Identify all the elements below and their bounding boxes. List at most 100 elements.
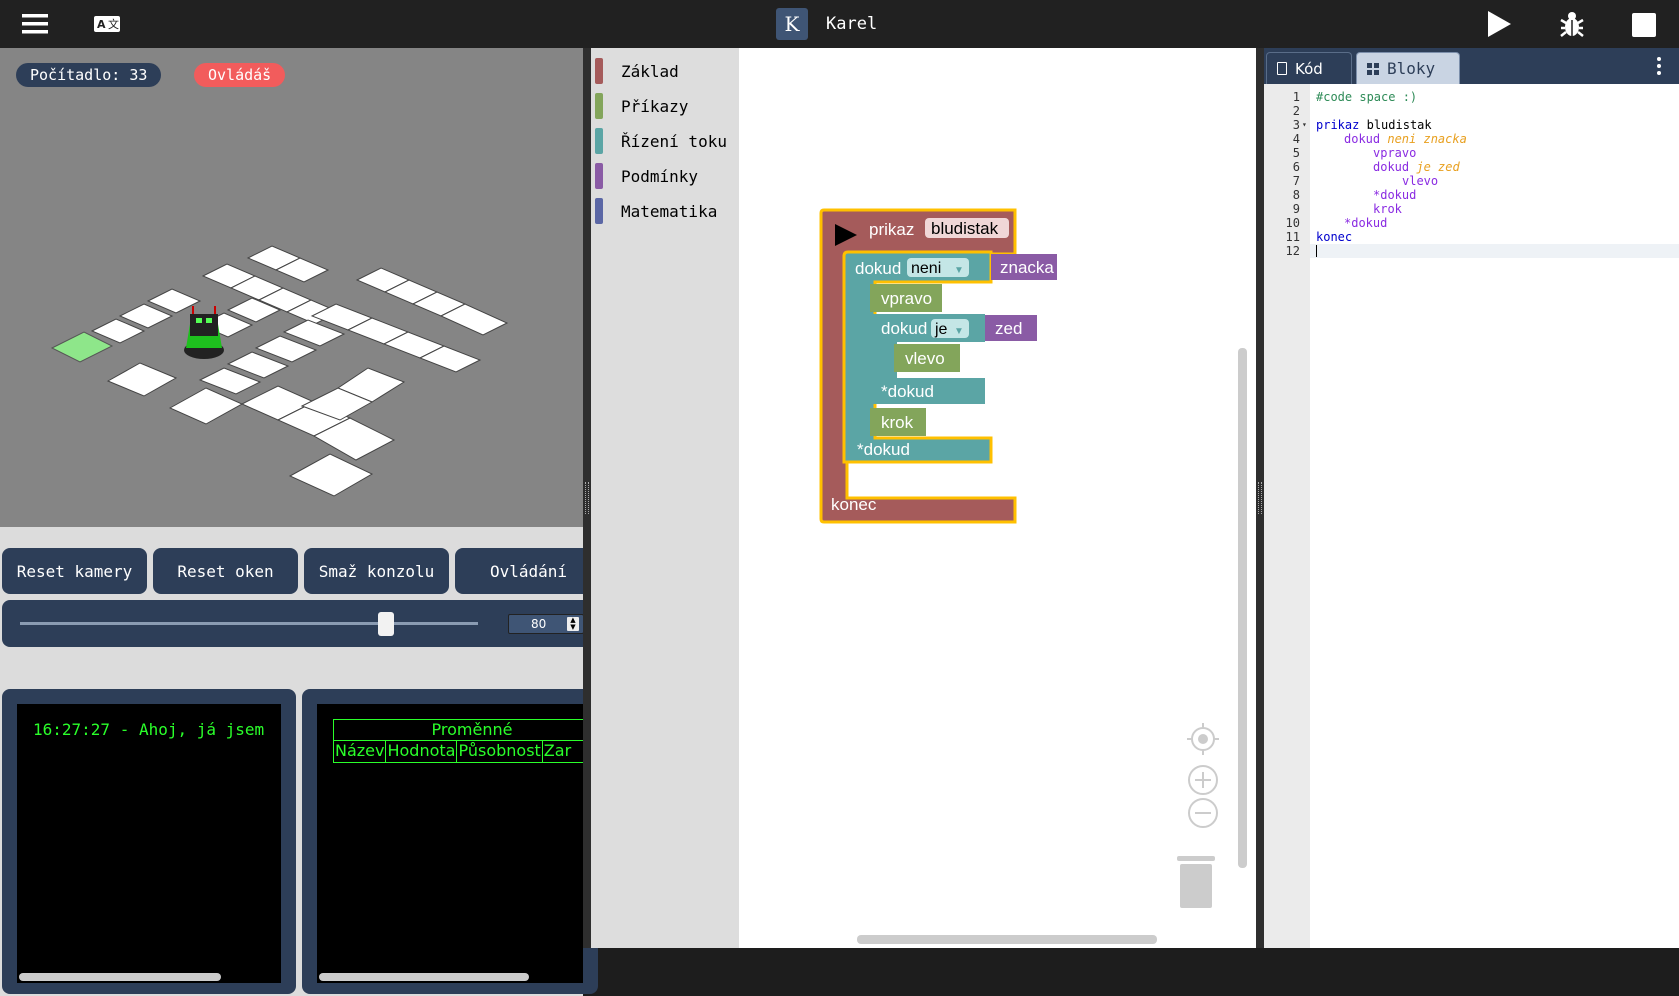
line-number: 2 (1292, 104, 1300, 118)
reset-windows-button[interactable]: Reset oken (153, 548, 298, 594)
reset-camera-button[interactable]: Reset kamery (2, 548, 147, 594)
code-panel: Kód Bloky 1 2 3 4 5 6 7 8 9 10 11 12 ▾ #… (1264, 48, 1679, 948)
code-line: prikaz bludistak (1316, 118, 1432, 132)
bug-icon[interactable] (1556, 9, 1588, 39)
hamburger-menu-icon[interactable] (18, 10, 52, 38)
robot-icon (184, 306, 224, 359)
grid-icon (1367, 62, 1379, 75)
code-keyword: dokud (1344, 132, 1381, 146)
line-number: 12 (1285, 244, 1300, 258)
code-line: vlevo (1402, 174, 1439, 188)
3d-scene[interactable]: Počítadlo: 33 Ovládáš (0, 48, 583, 527)
line-number: 10 (1285, 216, 1300, 230)
zoom-out-icon[interactable] (1188, 798, 1218, 828)
app-title: Karel (826, 14, 878, 34)
top-bar: A文 K Karel (0, 0, 1679, 48)
category-rizeni-toku[interactable]: Řízení toku (595, 128, 727, 154)
speed-slider-thumb[interactable] (378, 612, 395, 636)
play-icon[interactable] (1484, 9, 1514, 39)
kebab-menu-icon[interactable] (1657, 57, 1661, 75)
logo-letter: K (784, 12, 800, 36)
console-area: 16:27:27 - Ahoj, já jsem Proměnné Název … (0, 685, 598, 996)
speed-number-input[interactable]: 80 ▲ ▼ (508, 614, 584, 634)
line-number: 9 (1292, 202, 1300, 216)
console-scrollbar[interactable] (19, 973, 221, 981)
speed-slider-track[interactable] (20, 622, 478, 625)
controls-button[interactable]: Ovládání (455, 548, 602, 594)
clear-console-button[interactable]: Smaž konzolu (304, 548, 449, 594)
procedure-name-field[interactable]: bludistak (931, 219, 999, 238)
line-number: 3 (1292, 118, 1300, 132)
console-screen[interactable]: 16:27:27 - Ahoj, já jsem (17, 704, 281, 983)
tab-blocks[interactable]: Bloky (1356, 52, 1460, 84)
category-color (595, 93, 603, 119)
speed-value: 80 (531, 617, 547, 631)
command-block-vlevo[interactable]: vlevo (894, 344, 960, 372)
variables-title: Proměnné (333, 719, 583, 741)
category-label: Základ (621, 61, 679, 81)
category-prikazy[interactable]: Příkazy (595, 93, 688, 119)
code-condition: neni znacka (1387, 132, 1467, 146)
svg-text:vlevo: vlevo (905, 349, 945, 368)
vertical-resize-handle[interactable] (583, 48, 591, 948)
condition-operator-dropdown[interactable]: neni (911, 260, 941, 277)
block-keyword: *dokud (881, 382, 934, 401)
code-line: #code space :) (1316, 90, 1418, 104)
code-condition: je zed (1416, 160, 1460, 174)
maze-scene (50, 245, 509, 497)
spinner-icon[interactable]: ▲ ▼ (567, 617, 579, 631)
command-block-vpravo[interactable]: vpravo (870, 284, 942, 312)
line-number: 8 (1292, 188, 1300, 202)
block-toolbox: Základ Příkazy Řízení toku Podmínky Mate… (591, 48, 739, 948)
category-matematika[interactable]: Matematika (595, 198, 717, 224)
left-panel: Počítadlo: 33 Ovládáš Reset kamery Reset… (0, 48, 602, 996)
zoom-in-icon[interactable] (1188, 765, 1218, 795)
translate-icon[interactable]: A文 (92, 12, 122, 36)
tab-code-label: Kód (1295, 59, 1323, 78)
stop-icon[interactable] (1630, 11, 1658, 39)
fold-arrow-icon[interactable]: ▾ (1302, 118, 1307, 132)
target-icon[interactable] (1187, 723, 1219, 755)
code-line: *dokud (1373, 188, 1417, 202)
condition-operator-dropdown[interactable]: je (934, 321, 948, 338)
mode-badge[interactable]: Ovládáš (194, 63, 286, 87)
condition-block: zed (995, 319, 1022, 338)
svg-text:vpravo: vpravo (881, 289, 932, 308)
variables-table: Proměnné Název Hodnota Působnost Zar (333, 719, 583, 763)
vertical-resize-handle[interactable] (1256, 48, 1264, 948)
category-label: Řízení toku (621, 131, 727, 151)
category-zaklad[interactable]: Základ (595, 58, 679, 84)
line-number: 1 (1292, 90, 1300, 104)
code-line: krok (1373, 202, 1402, 216)
code-line: *dokud (1344, 216, 1388, 230)
trash-icon[interactable] (1177, 856, 1215, 908)
column-header: Působnost (458, 741, 543, 762)
counter-badge: Počítadlo: 33 (16, 63, 162, 87)
code-identifier: bludistak (1366, 118, 1432, 132)
variables-screen[interactable]: Proměnné Název Hodnota Působnost Zar (317, 704, 583, 983)
category-color (595, 58, 603, 84)
block-keyword: dokud (855, 259, 901, 278)
tab-code[interactable]: Kód (1266, 52, 1352, 84)
code-editor[interactable]: 1 2 3 4 5 6 7 8 9 10 11 12 ▾ #code space… (1264, 84, 1679, 948)
block-workspace[interactable]: prikaz bludistak konec dokud neni ▼ znac… (739, 48, 1256, 948)
category-label: Matematika (621, 201, 718, 221)
tab-blocks-label: Bloky (1387, 59, 1436, 78)
workspace-horizontal-scrollbar[interactable] (857, 935, 1157, 944)
block-keyword: konec (831, 495, 877, 514)
code-line: vpravo (1373, 146, 1417, 160)
svg-text:文: 文 (108, 17, 119, 31)
line-number: 11 (1285, 230, 1300, 244)
column-header: Název (335, 741, 387, 762)
variables-scrollbar[interactable] (319, 973, 529, 981)
speed-control: 80 ▲ ▼ (2, 600, 602, 647)
command-block-krok[interactable]: krok (870, 408, 926, 436)
line-number-gutter: 1 2 3 4 5 6 7 8 9 10 11 12 ▾ (1264, 84, 1310, 948)
app-logo: K (776, 8, 808, 40)
console-panel: 16:27:27 - Ahoj, já jsem (2, 689, 296, 994)
chevron-down-icon: ▼ (954, 326, 964, 337)
block-keyword: *dokud (857, 440, 910, 459)
category-podminky[interactable]: Podmínky (595, 163, 698, 189)
workspace-vertical-scrollbar[interactable] (1238, 348, 1247, 868)
column-header: Hodnota (387, 741, 458, 762)
